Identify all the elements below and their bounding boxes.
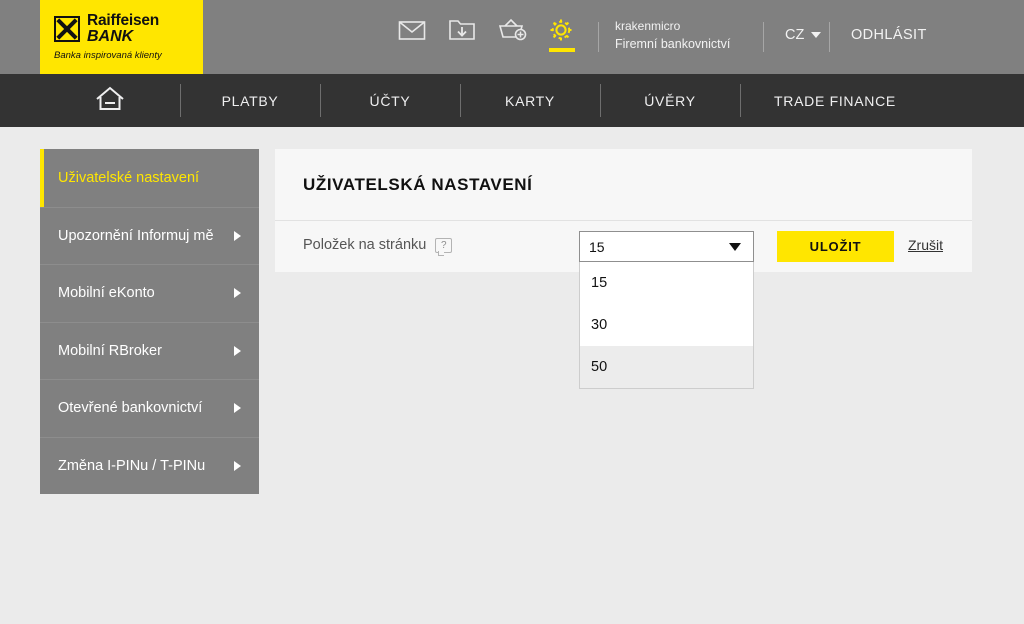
user-info: krakenmicro Firemní bankovnictví bbox=[615, 18, 730, 54]
top-header: Raiffeisen BANK Banka inspirovaná klient… bbox=[0, 0, 1024, 74]
logo-wordmark: Raiffeisen BANK bbox=[87, 13, 159, 45]
chevron-right-icon bbox=[234, 345, 241, 356]
header-icon-bar bbox=[398, 18, 576, 54]
main-navigation: PLATBY ÚČTY KARTY ÚVĚRY TRADE FINANCE bbox=[0, 74, 1024, 127]
header-divider-1 bbox=[598, 22, 599, 52]
select-value: 15 bbox=[589, 238, 605, 255]
logo-line2: BANK bbox=[87, 27, 134, 45]
sidebar-item-label: Mobilní eKonto bbox=[58, 285, 155, 302]
chevron-down-icon bbox=[811, 32, 822, 38]
chevron-right-icon bbox=[234, 230, 241, 241]
field-label: Položek na stránku bbox=[303, 237, 427, 253]
sidebar-item-label: Upozornění Informuj mě bbox=[58, 227, 214, 244]
sidebar-item-mobilni-rbroker[interactable]: Mobilní RBroker bbox=[40, 321, 259, 380]
sidebar-item-label: Mobilní RBroker bbox=[58, 342, 162, 359]
settings-row-items-per-page: Položek na stránku ? 15 15 30 50 ULOŽIT … bbox=[275, 221, 972, 389]
page-title: UŽIVATELSKÁ NASTAVENÍ bbox=[303, 174, 533, 194]
header-divider-3 bbox=[829, 22, 830, 52]
logout-button[interactable]: ODHLÁSIT bbox=[851, 27, 927, 43]
logo-row: Raiffeisen BANK bbox=[54, 13, 203, 45]
logo-line1: Raiffeisen bbox=[87, 11, 160, 29]
select-option-label: 15 bbox=[591, 275, 608, 291]
nav-item-karty[interactable]: KARTY bbox=[460, 74, 600, 127]
chevron-down-icon bbox=[729, 242, 741, 251]
mail-icon[interactable] bbox=[398, 18, 426, 54]
nav-item-trade-finance[interactable]: TRADE FINANCE bbox=[740, 74, 930, 127]
home-icon bbox=[93, 84, 127, 117]
nav-item-platby[interactable]: PLATBY bbox=[180, 74, 320, 127]
help-icon[interactable]: ? bbox=[435, 237, 453, 256]
nav-item-label: ÚVĚRY bbox=[644, 92, 696, 109]
sidebar-item-label: Změna I-PINu / T-PINu bbox=[58, 457, 206, 474]
basket-add-icon[interactable] bbox=[498, 18, 527, 54]
select-options-list: 15 30 50 bbox=[579, 262, 754, 389]
nav-item-label: TRADE FINANCE bbox=[774, 92, 896, 109]
sidebar-item-uzivatelske-nastaveni[interactable]: Uživatelské nastavení bbox=[40, 149, 259, 207]
select-option-label: 50 bbox=[591, 359, 608, 375]
page-body: Uživatelské nastavení Upozornění Informu… bbox=[0, 127, 1024, 624]
sidebar-item-otevrene-bankovnictvi[interactable]: Otevřené bankovnictví bbox=[40, 379, 259, 437]
sidebar-item-upozorneni[interactable]: Upozornění Informuj mě bbox=[40, 206, 259, 265]
sidebar-item-mobilni-ekonto[interactable]: Mobilní eKonto bbox=[40, 264, 259, 322]
logo-tagline: Banka inspirovaná klienty bbox=[54, 50, 162, 62]
gear-active-underline bbox=[549, 48, 575, 52]
select-option[interactable]: 50 bbox=[580, 346, 753, 388]
header-divider-2 bbox=[763, 22, 764, 52]
nav-item-label: KARTY bbox=[505, 92, 555, 109]
nav-item-ucty[interactable]: ÚČTY bbox=[320, 74, 460, 127]
save-button[interactable]: ULOŽIT bbox=[777, 231, 894, 262]
select-trigger[interactable]: 15 bbox=[579, 231, 754, 262]
card-header: UŽIVATELSKÁ NASTAVENÍ bbox=[275, 149, 972, 221]
select-option-label: 30 bbox=[591, 317, 608, 333]
select-option[interactable]: 30 bbox=[580, 304, 753, 346]
chevron-right-icon bbox=[234, 460, 241, 471]
sidebar-item-label: Otevřené bankovnictví bbox=[58, 400, 203, 417]
user-segment: Firemní bankovnictví bbox=[615, 37, 731, 52]
gear-icon[interactable] bbox=[548, 18, 576, 54]
user-name: krakenmicro bbox=[615, 19, 681, 33]
settings-card: UŽIVATELSKÁ NASTAVENÍ Položek na stránku… bbox=[275, 149, 972, 389]
nav-item-label: ÚČTY bbox=[369, 92, 411, 109]
select-option[interactable]: 15 bbox=[580, 262, 753, 304]
download-folder-icon[interactable] bbox=[448, 18, 476, 54]
raiffeisen-logo[interactable]: Raiffeisen BANK Banka inspirovaná klient… bbox=[40, 0, 203, 74]
nav-item-label: PLATBY bbox=[221, 92, 279, 109]
sidebar-item-label: Uživatelské nastavení bbox=[58, 169, 200, 186]
nav-item-uvery[interactable]: ÚVĚRY bbox=[600, 74, 740, 127]
items-per-page-select: 15 15 30 50 bbox=[579, 221, 754, 389]
settings-sidebar: Uživatelské nastavení Upozornění Informu… bbox=[40, 149, 259, 494]
cancel-link[interactable]: Zrušit bbox=[908, 237, 943, 253]
chevron-right-icon bbox=[234, 403, 241, 414]
nav-item-home[interactable] bbox=[40, 74, 180, 127]
sidebar-item-zmena-pinu[interactable]: Změna I-PINu / T-PINu bbox=[40, 436, 259, 495]
field-label-group: Položek na stránku ? bbox=[303, 237, 453, 256]
language-label: CZ bbox=[785, 27, 805, 43]
language-selector[interactable]: CZ bbox=[785, 27, 822, 43]
chevron-right-icon bbox=[234, 288, 241, 299]
raiffeisen-crossed-horseheads-icon bbox=[54, 15, 80, 42]
